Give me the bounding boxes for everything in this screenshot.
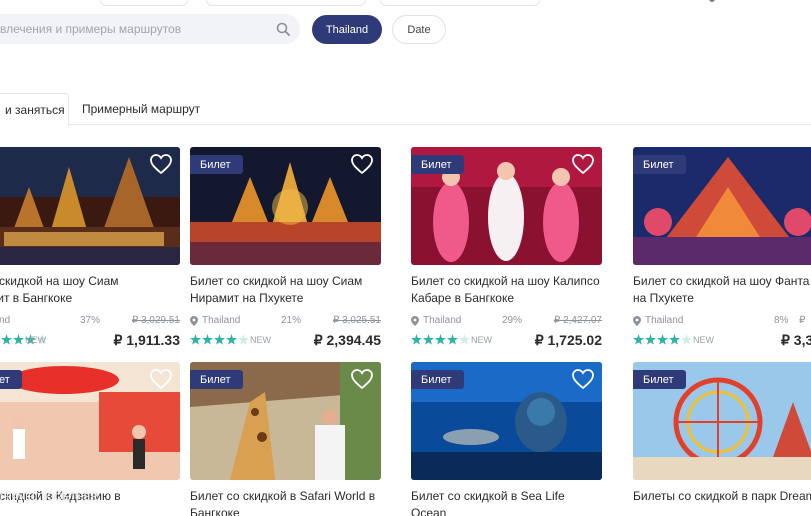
discount-percent: 37% (79, 315, 100, 326)
new-label: NEW (25, 335, 46, 345)
ticket-badge: Билет (190, 370, 243, 389)
star-half-icon (459, 334, 470, 345)
star-icon (423, 334, 434, 345)
heart-icon[interactable] (149, 153, 173, 175)
discount-percent: 29% (501, 315, 522, 326)
star-icon (13, 334, 24, 345)
star-icon (669, 334, 680, 345)
tour-title[interactable]: Билет со скидкой на шоу Фанта на Пхукете (633, 273, 811, 307)
ticket-badge: Билет (411, 155, 464, 174)
star-empty-icon (681, 334, 692, 345)
tour-image[interactable]: Билет (411, 147, 602, 265)
ticket-badge: Билет (633, 155, 686, 174)
star-icon (435, 334, 446, 345)
tour-price: ₽ 1,911.33 (113, 332, 180, 348)
star-icon (226, 334, 237, 345)
heart-icon[interactable] (571, 368, 595, 390)
star-half-icon (238, 334, 249, 345)
tour-image[interactable]: ет (0, 362, 180, 480)
location-pin-icon (633, 315, 641, 326)
ticket-badge: Билет (633, 370, 686, 389)
tour-title[interactable]: Билет со скидкой в Sea Life Ocean World … (411, 488, 602, 516)
tour-image[interactable]: Билет (190, 362, 381, 480)
tab-sample-itinerary[interactable]: Примерный маршрут (82, 93, 200, 125)
watermark-logo: TRAVEL TOGETHER (0, 492, 99, 503)
star-icon (1, 334, 12, 345)
date-filter-chip[interactable]: Date (392, 15, 446, 44)
old-price: ₽ (799, 315, 806, 326)
star-icon (190, 334, 201, 345)
tour-card-dream-world[interactable]: Билет Билеты со скидкой в парк Dream (633, 362, 811, 516)
star-icon (633, 334, 644, 345)
heart-icon[interactable] (571, 153, 595, 175)
tour-location: iland (0, 315, 11, 326)
tour-title[interactable]: Билеты со скидкой в парк Dream (633, 488, 811, 516)
new-label: NEW (250, 335, 271, 345)
star-icon (657, 334, 668, 345)
tour-location: Thailand (190, 315, 240, 326)
tour-image[interactable]: Билет (411, 362, 602, 480)
tour-location: Thailand (633, 315, 683, 326)
location-text: Thailand (202, 315, 241, 326)
tour-image[interactable]: Билет (633, 362, 811, 480)
tour-location: Thailand (411, 315, 461, 326)
tour-title[interactable]: Билет со скидкой в Safari World в Бангко… (190, 488, 381, 516)
top-control-2[interactable] (206, 0, 366, 6)
location-pin-icon (190, 315, 198, 326)
search-bar[interactable] (0, 14, 300, 44)
old-price: ₽ 3,025.51 (332, 315, 381, 326)
tour-card-siam-phuket[interactable]: Билет Билет со скидкой на шоу Сиам Нирам… (190, 147, 381, 350)
ticket-badge: Билет (411, 370, 464, 389)
tour-image[interactable] (0, 147, 180, 265)
old-price: ₽ 2,427.07 (553, 315, 602, 326)
tour-card-sea-life[interactable]: Билет Билет со скидкой в Sea Life Ocean … (411, 362, 602, 516)
country-filter-chip[interactable]: Thailand (312, 15, 382, 44)
tour-card-siam-bangkok[interactable]: о скидкой на шоу Сиам мит в Бангкоке ila… (0, 147, 180, 350)
tour-title[interactable]: Билет со скидкой на шоу Сиам Нирамит на … (190, 273, 381, 307)
tour-price: ₽ 3,3 (781, 332, 811, 348)
tab-things-to-do[interactable]: и заняться (0, 93, 69, 126)
tour-title[interactable]: о скидкой на шоу Сиам мит в Бангкоке (0, 273, 180, 307)
ticket-badge: Билет (190, 155, 243, 174)
star-icon (214, 334, 225, 345)
heart-icon[interactable] (149, 368, 173, 390)
tour-card-fantasea[interactable]: Билет Билет со скидкой на шоу Фанта на П… (633, 147, 811, 350)
search-input[interactable] (0, 14, 260, 44)
tour-card-calypso[interactable]: Билет Билет со скидкой на шоу Калипсо Ка… (411, 147, 602, 350)
star-icon (645, 334, 656, 345)
tour-title[interactable]: Билет со скидкой на шоу Калипсо Кабаре в… (411, 273, 602, 307)
location-text: Thailand (423, 315, 462, 326)
rating-stars (190, 334, 249, 345)
location-text: Thailand (645, 315, 684, 326)
tour-price: ₽ 2,394.45 (313, 332, 381, 348)
rating-stars (633, 334, 692, 345)
ticket-badge: ет (0, 370, 22, 389)
top-control-3[interactable] (380, 0, 540, 6)
top-dot (709, 0, 715, 2)
tour-price: ₽ 1,725.02 (534, 332, 602, 348)
discount-percent: 8% (774, 315, 789, 326)
heart-icon[interactable] (350, 368, 374, 390)
new-label: NEW (693, 335, 714, 345)
tour-image[interactable]: Билет (190, 147, 381, 265)
star-icon (447, 334, 458, 345)
search-icon[interactable] (276, 22, 290, 36)
top-control-1[interactable] (100, 0, 188, 6)
discount-percent: 21% (280, 315, 301, 326)
star-icon (411, 334, 422, 345)
rating-stars (411, 334, 470, 345)
old-price: ₽ 3,029.51 (131, 315, 180, 326)
content-tabs: и заняться Примерный маршрут (0, 93, 811, 126)
tour-image[interactable]: Билет (633, 147, 811, 265)
star-icon (202, 334, 213, 345)
new-label: NEW (471, 335, 492, 345)
tour-card-safari-world[interactable]: Билет Билет со скидкой в Safari World в … (190, 362, 381, 516)
location-pin-icon (411, 315, 419, 326)
heart-icon[interactable] (350, 153, 374, 175)
